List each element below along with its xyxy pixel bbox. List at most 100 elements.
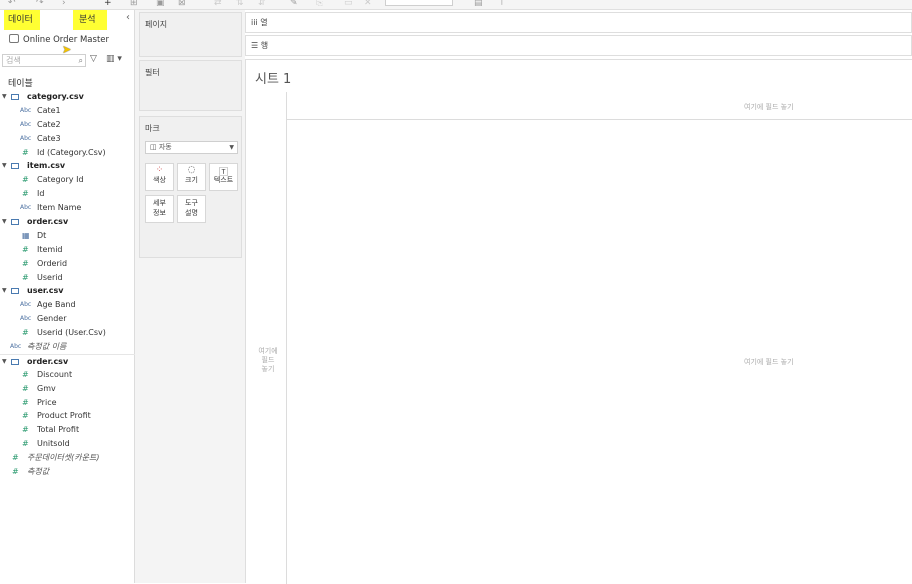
drop-zone-center[interactable]: 여기에 필드 놓기: [744, 357, 794, 367]
filters-card[interactable]: 필터: [139, 60, 242, 111]
field-row[interactable]: # Gmv: [0, 382, 135, 396]
number-type-icon: #: [22, 147, 29, 157]
drop-left-line: 놓기: [261, 365, 275, 373]
table-row[interactable]: ▼ order.csv: [0, 353, 135, 369]
field-row[interactable]: Abc Cate1: [0, 104, 135, 118]
measure-values-row[interactable]: # 측정값: [0, 465, 135, 479]
fit-select[interactable]: [385, 0, 453, 6]
view-options-icon[interactable]: ▥ ▾: [106, 54, 122, 64]
chevron-down-icon[interactable]: ▼: [2, 284, 7, 298]
size-button[interactable]: ◌ 크기: [177, 163, 206, 191]
row-divider: [286, 92, 287, 584]
table-row[interactable]: ▼ order.csv: [0, 215, 135, 229]
field-row[interactable]: # Price: [0, 396, 135, 410]
sort-asc-icon[interactable]: ⇅: [236, 0, 244, 8]
forward-icon[interactable]: ›: [62, 0, 66, 8]
field-name: Id (Category.Csv): [37, 147, 106, 157]
field-row[interactable]: Abc Item Name: [0, 201, 135, 215]
mark-type-icon: ◫: [150, 143, 159, 151]
field-row[interactable]: Abc Cate3: [0, 132, 135, 146]
tooltip-button[interactable]: 도구 설명: [177, 195, 206, 223]
pages-card[interactable]: 페이지: [139, 12, 242, 57]
field-row[interactable]: # Category Id: [0, 173, 135, 187]
group-icon[interactable]: ⎘: [316, 0, 323, 8]
field-name: Price: [37, 397, 57, 407]
sheet-canvas[interactable]: 시트 1 여기에 필드 놓기 여기에 필드 놓기 여기에 필드 놓기: [245, 59, 912, 584]
tab-analysis[interactable]: 분석: [73, 10, 107, 30]
columns-label: iii 열: [251, 17, 268, 28]
drop-zone-left[interactable]: 여기에 필드 놓기: [254, 347, 282, 374]
detail-button[interactable]: 세부 정보: [145, 195, 174, 223]
table-icon: [11, 358, 19, 365]
duplicate-icon[interactable]: ▣: [156, 0, 165, 8]
redo-icon[interactable]: ↷: [36, 0, 44, 8]
field-row[interactable]: # Discount: [0, 368, 135, 382]
field-name: Dt: [37, 230, 47, 240]
field-row[interactable]: ▦ Dt: [0, 229, 135, 243]
detail-label-2: 정보: [153, 209, 166, 217]
field-row[interactable]: Abc Gender: [0, 312, 135, 326]
field-name: Userid: [37, 272, 63, 282]
count-field-row[interactable]: # 주문데이터셋(카운트): [0, 451, 135, 465]
dropdown-caret-icon: ▼: [229, 144, 234, 151]
presentation-icon[interactable]: ⊤: [498, 0, 506, 8]
search-input[interactable]: 검색 ⌕: [2, 54, 86, 67]
columns-shelf[interactable]: iii 열: [245, 12, 912, 33]
table-row[interactable]: ▼ user.csv: [0, 284, 135, 298]
field-row[interactable]: # Orderid: [0, 257, 135, 271]
text-button[interactable]: 🅃 텍스트: [209, 163, 238, 191]
field-row[interactable]: # Unitsold: [0, 437, 135, 451]
field-row[interactable]: # Total Profit: [0, 423, 135, 437]
search-icon: ⌕: [78, 56, 83, 65]
drop-zone-top[interactable]: 여기에 필드 놓기: [744, 102, 794, 112]
text-label: 텍스트: [213, 176, 234, 184]
chevron-down-icon[interactable]: ▼: [2, 159, 7, 173]
highlight-icon[interactable]: ✎: [290, 0, 298, 8]
number-type-icon: #: [22, 189, 29, 199]
color-button[interactable]: ⁘ 색상: [145, 163, 174, 191]
filter-icon[interactable]: ▽: [90, 54, 97, 64]
table-row[interactable]: ▼ category.csv: [0, 90, 135, 104]
chevron-down-icon[interactable]: ▼: [2, 355, 7, 369]
number-type-icon: #: [12, 467, 19, 477]
number-type-icon: #: [22, 411, 29, 421]
field-row[interactable]: Abc Cate2: [0, 118, 135, 132]
tooltip-label-1: 도구: [185, 199, 198, 207]
pin-icon[interactable]: ✕: [364, 0, 372, 8]
string-type-icon: Abc: [10, 343, 22, 351]
mark-type-select[interactable]: ◫ 자동 ▼: [145, 141, 238, 154]
table-row[interactable]: ▼ item.csv: [0, 159, 135, 173]
number-type-icon: #: [22, 369, 29, 379]
swap-icon[interactable]: ⇄: [214, 0, 222, 8]
number-type-icon: #: [22, 397, 29, 407]
new-datasource-icon[interactable]: +: [104, 0, 112, 8]
new-sheet-icon[interactable]: ⊞: [130, 0, 138, 8]
rows-shelf[interactable]: ☰ 행: [245, 35, 912, 56]
chevron-down-icon[interactable]: ▼: [2, 90, 7, 104]
field-row[interactable]: # Id (Category.Csv): [0, 146, 135, 160]
clear-icon[interactable]: ⊠: [178, 0, 186, 8]
field-name: Itemid: [37, 244, 63, 254]
data-pane: 데이터 분석 ‹ Online Order Master ➤ 검색 ⌕ ▽ ▥ …: [0, 10, 135, 583]
field-row[interactable]: # Userid (User.Csv): [0, 326, 135, 340]
sheet-title[interactable]: 시트 1: [255, 68, 291, 87]
collapse-pane-icon[interactable]: ‹: [126, 12, 130, 23]
field-name: Cate2: [37, 119, 61, 129]
field-row[interactable]: Abc Age Band: [0, 298, 135, 312]
chevron-down-icon[interactable]: ▼: [2, 215, 7, 229]
field-row[interactable]: # Userid: [0, 271, 135, 285]
field-row[interactable]: # Product Profit: [0, 409, 135, 423]
field-name: Orderid: [37, 258, 68, 268]
rows-label: ☰ 행: [251, 40, 268, 51]
field-name: Age Band: [37, 300, 76, 310]
tab-data[interactable]: 데이터: [4, 10, 40, 30]
undo-icon[interactable]: ↶: [8, 0, 16, 8]
columns-text: 열: [260, 18, 268, 27]
field-row[interactable]: # Itemid: [0, 243, 135, 257]
label-icon[interactable]: ▭: [344, 0, 353, 8]
chart-icon[interactable]: ▤: [474, 0, 483, 8]
measure-names-row[interactable]: Abc 측정값 이름: [0, 340, 135, 354]
field-row[interactable]: # Id: [0, 187, 135, 201]
text-icon: 🅃: [218, 168, 228, 178]
sort-desc-icon[interactable]: ⇵: [258, 0, 266, 8]
